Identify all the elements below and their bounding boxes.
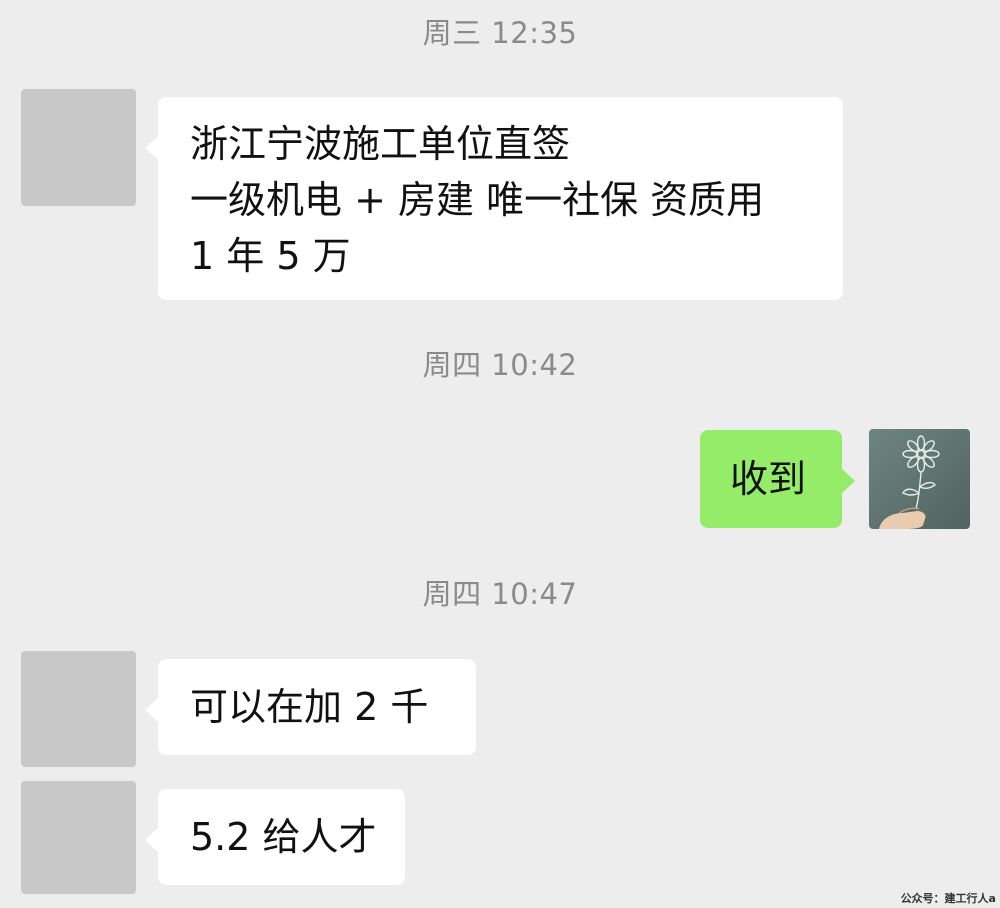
timestamp: 周四 10:47 (422, 577, 578, 611)
message-bubble-incoming[interactable]: 5.2 给人才 (145, 789, 405, 885)
message-bubble-incoming[interactable]: 可以在加 2 千 (145, 659, 476, 755)
contact-avatar[interactable] (21, 89, 136, 206)
watermark: 公众号：建工行人a (900, 892, 996, 905)
message-line: 1 年 5 万 (190, 234, 351, 278)
message-text: 收到 (730, 457, 807, 501)
message-bubble-outgoing[interactable]: 收到 (700, 430, 855, 528)
timestamp: 周三 12:35 (422, 16, 578, 50)
message-line: 浙江宁波施工单位直签 (190, 122, 571, 166)
chat-view: 周三 12:35 浙江宁波施工单位直签 一级机电 + 房建 唯一社保 资质用 1… (0, 0, 1000, 908)
message-bubble-incoming[interactable]: 浙江宁波施工单位直签 一级机电 + 房建 唯一社保 资质用 1 年 5 万 (145, 97, 843, 300)
contact-avatar[interactable] (21, 781, 136, 894)
contact-avatar[interactable] (21, 651, 136, 767)
timestamp: 周四 10:42 (422, 348, 578, 382)
flower-drawing-avatar-icon[interactable] (869, 429, 970, 529)
message-text: 可以在加 2 千 (190, 685, 429, 729)
message-text: 5.2 给人才 (190, 815, 377, 859)
message-line: 一级机电 + 房建 唯一社保 资质用 (190, 178, 765, 222)
